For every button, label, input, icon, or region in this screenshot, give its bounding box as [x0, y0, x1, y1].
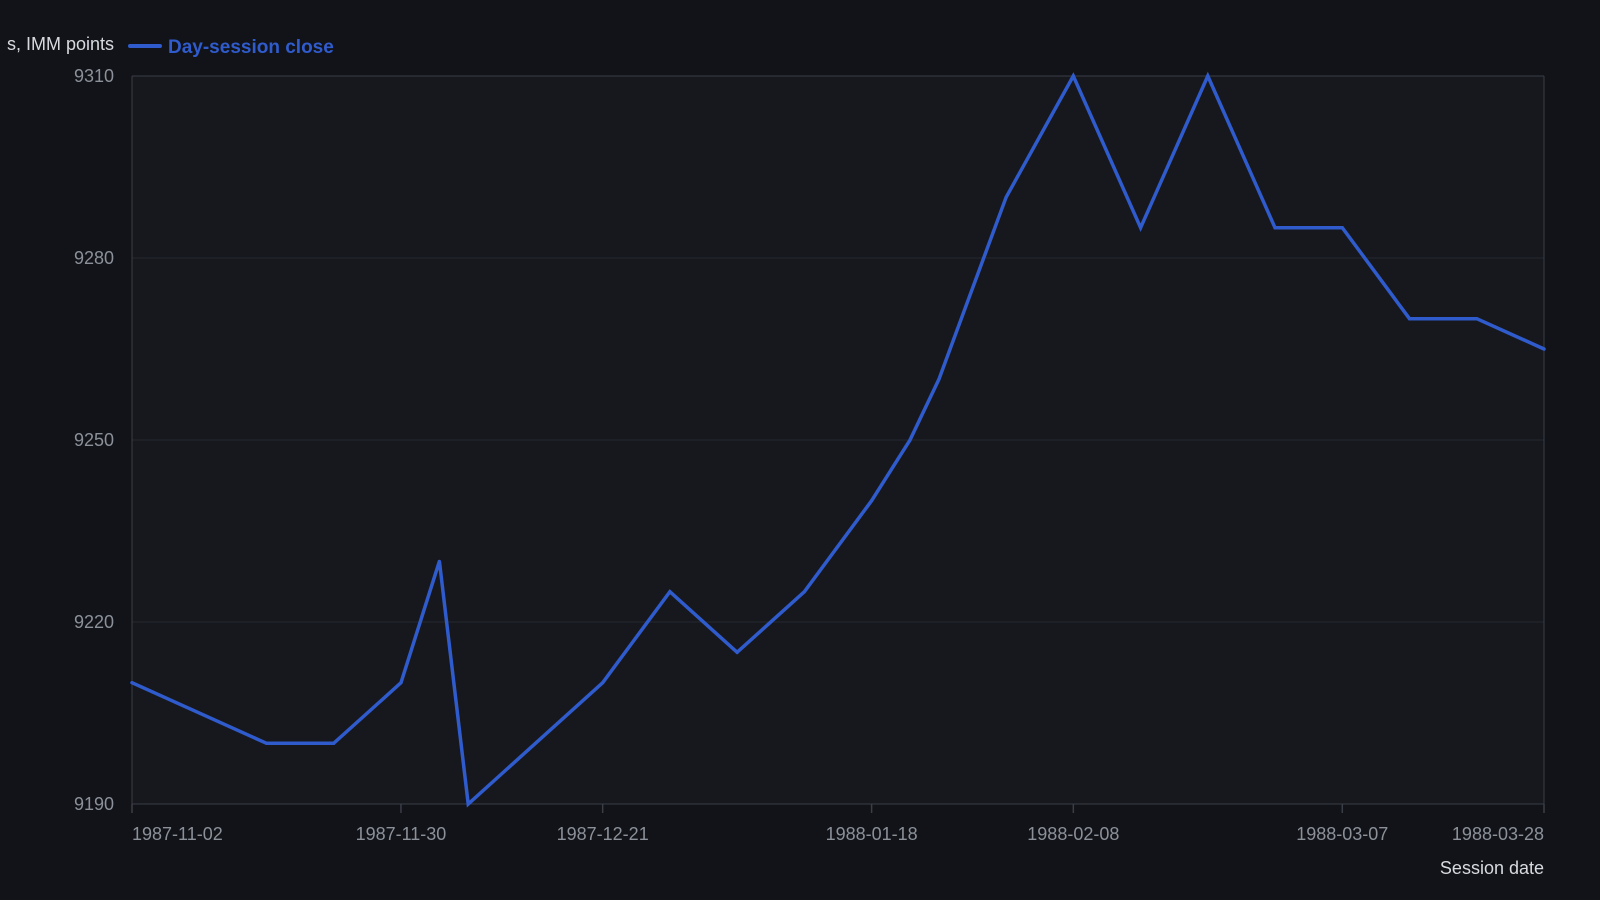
data-point [668, 590, 672, 594]
line-chart-svg: 9190 9220 9250 9280 9310 1987-11-02 1987-11-30… [7, 34, 1546, 878]
data-point [1340, 226, 1344, 230]
y-tick-label: 9310 [74, 66, 114, 86]
x-tick-label: 1987-11-30 [356, 824, 447, 844]
data-point [735, 650, 739, 654]
y-tick-label: 9190 [74, 794, 114, 814]
y-tick-label: 9280 [74, 248, 114, 268]
x-tick-label: 1988-02-08 [1027, 824, 1119, 844]
data-point [1407, 317, 1412, 321]
x-tick-label: 1987-12-21 [557, 824, 649, 844]
chart: 9190 9220 9250 9280 9310 1987-11-02 1987-11-30… [0, 0, 1600, 900]
x-tick-label: 1988-03-07 [1296, 824, 1388, 844]
data-point [1475, 317, 1479, 321]
y-axis-title: s, IMM points [7, 34, 114, 54]
data-point [802, 590, 806, 594]
data-point [908, 438, 912, 442]
data-point [1542, 347, 1546, 351]
data-point [1206, 74, 1210, 78]
legend-label: Day-session close [168, 37, 334, 58]
data-point [1004, 195, 1008, 199]
y-tick-label: 9250 [74, 430, 114, 450]
x-tick-label: 1988-01-18 [826, 824, 918, 844]
data-point [264, 741, 269, 745]
x-axis-title: Session date [1440, 858, 1544, 878]
data-point [466, 802, 470, 806]
x-tick-label: 1988-03-28 [1452, 824, 1544, 844]
data-point [937, 377, 941, 381]
data-point [437, 559, 441, 563]
data-point [130, 681, 134, 685]
data-point [399, 681, 403, 685]
data-point [601, 681, 605, 685]
x-tick-label: 1987-11-02 [132, 824, 223, 844]
data-point [332, 741, 336, 745]
data-point [1273, 226, 1277, 230]
data-point [1071, 74, 1075, 78]
data-point [870, 499, 874, 503]
data-point [1138, 226, 1143, 230]
y-tick-label: 9220 [74, 612, 114, 632]
